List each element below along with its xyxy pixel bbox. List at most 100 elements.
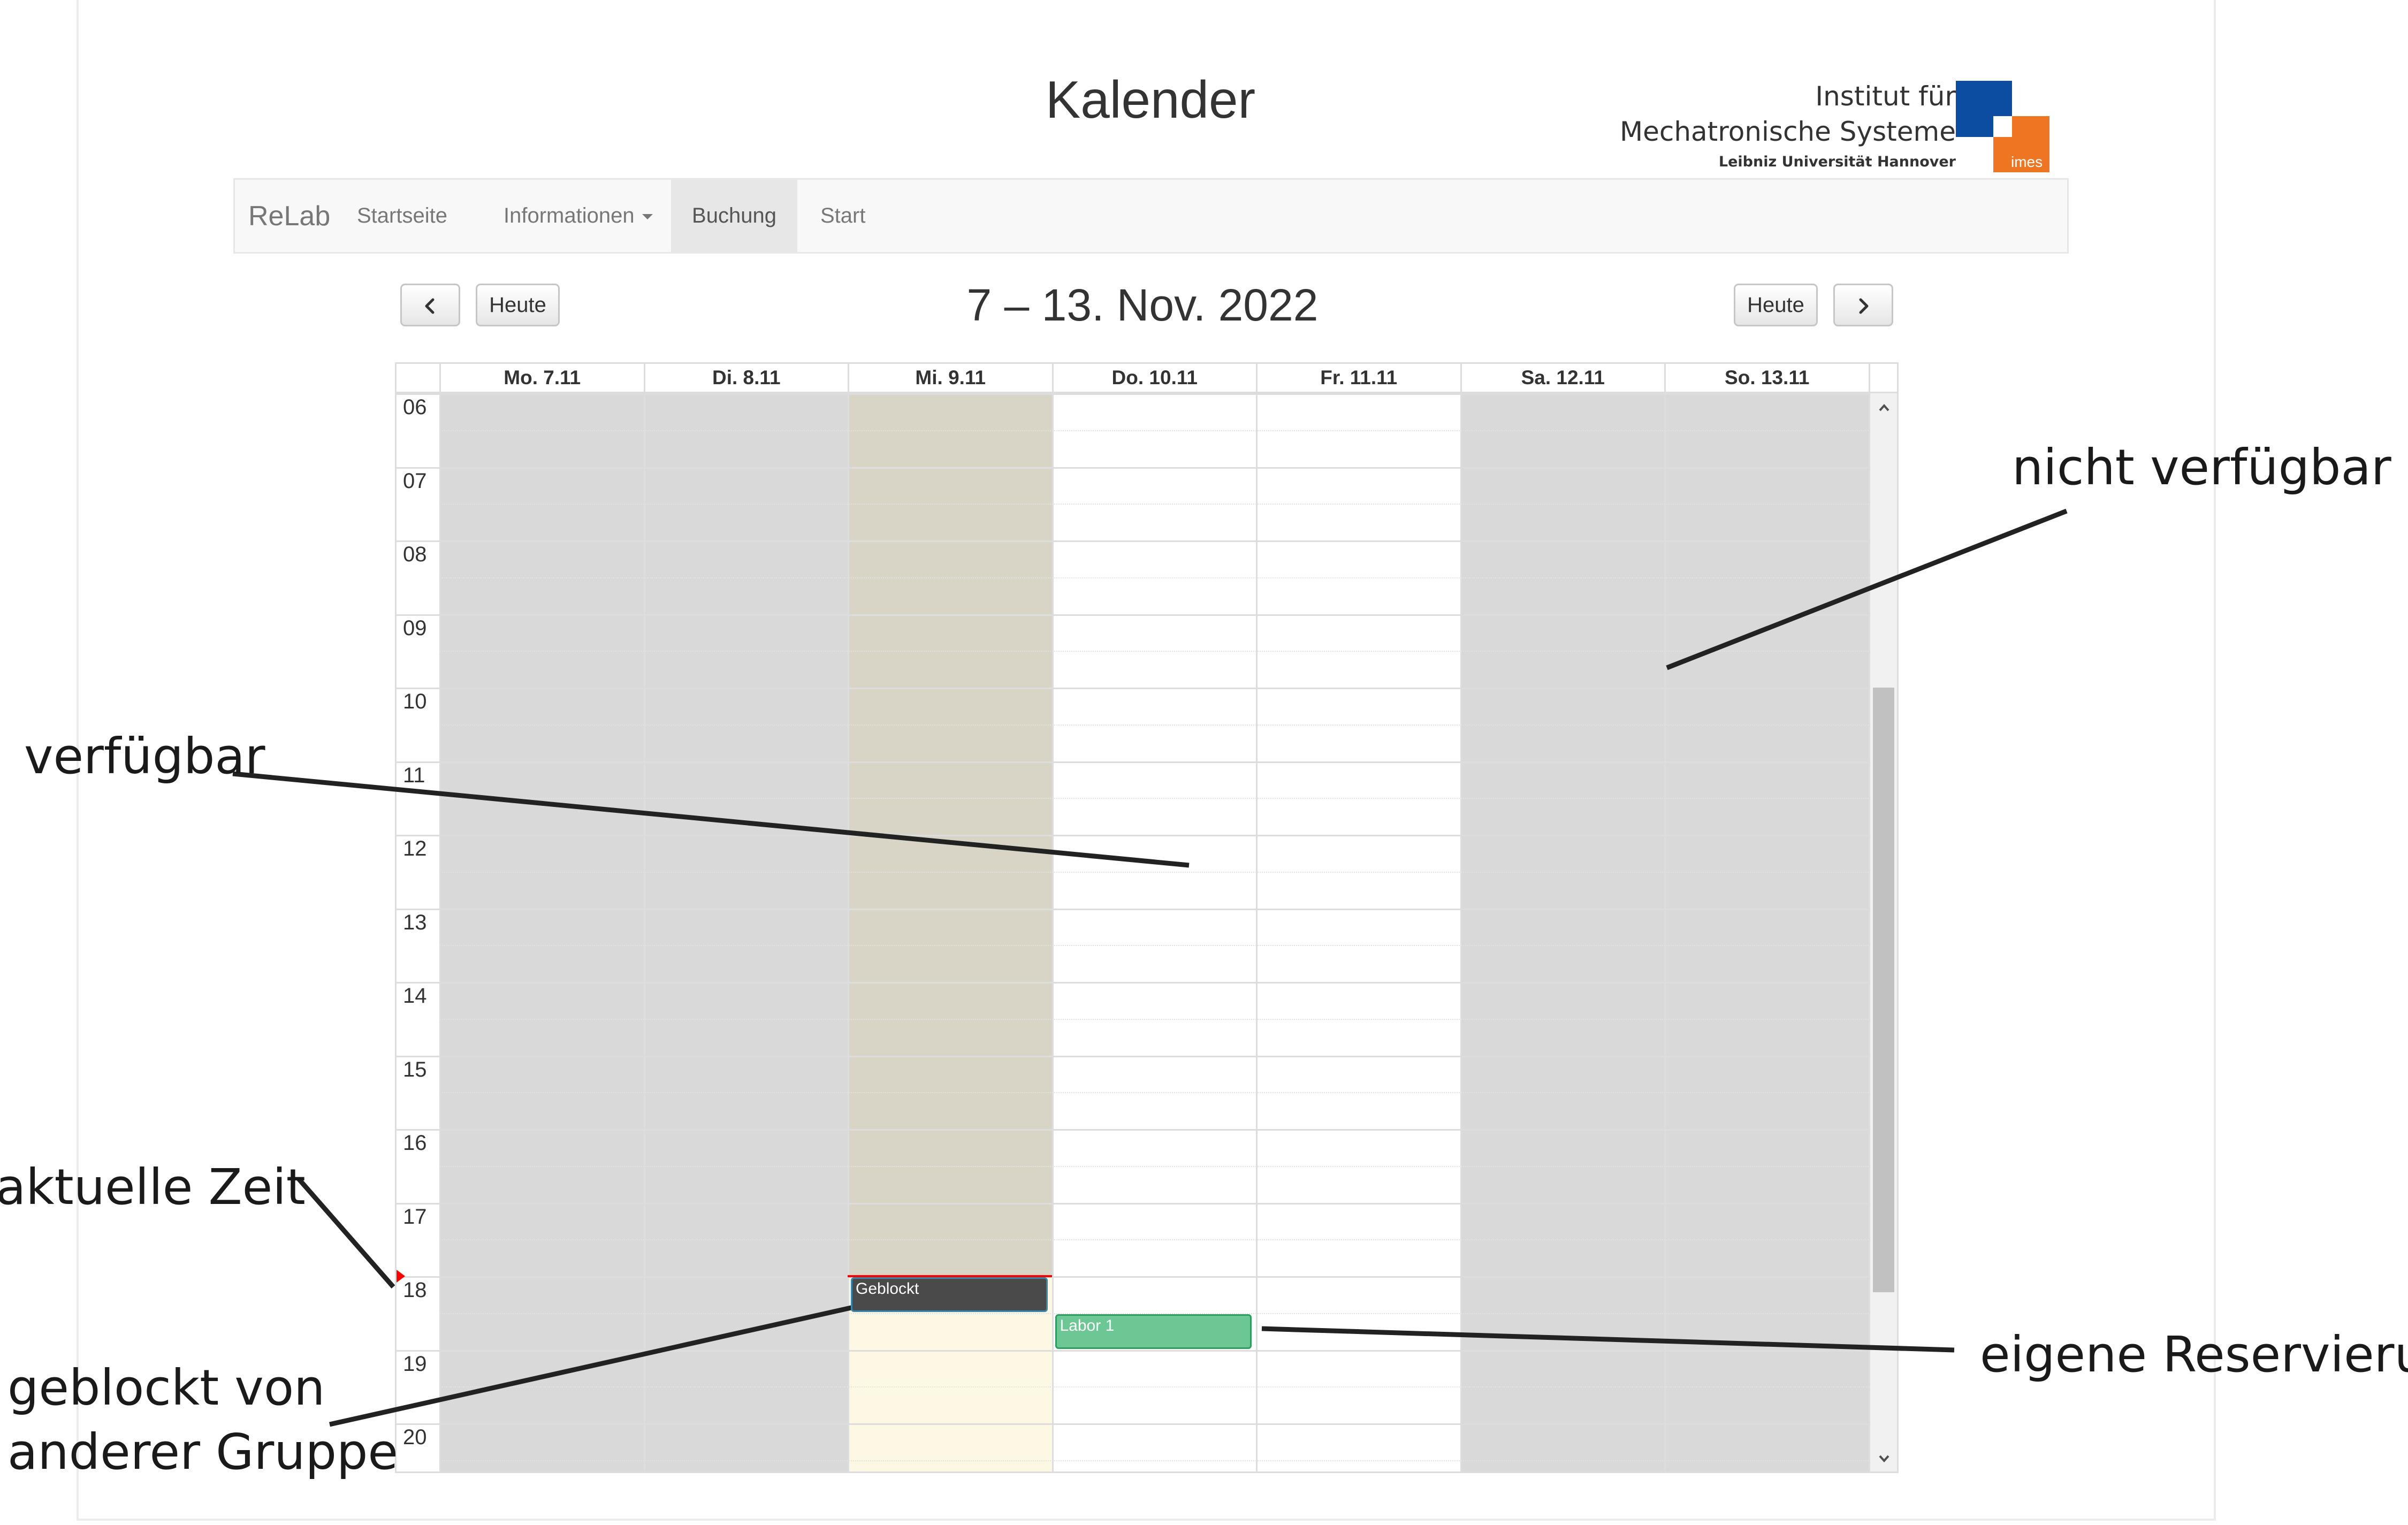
annotation-aktuelle-zeit: aktuelle Zeit [0, 1158, 306, 1216]
prev-week-button[interactable] [400, 284, 460, 326]
logo-white-notch [1993, 116, 2012, 137]
nav-item-label: Informationen [504, 204, 635, 227]
hour-line [397, 1349, 1869, 1352]
hour-label: 14 [403, 984, 427, 1008]
calendar-header-gutter [397, 364, 439, 393]
half-hour-line [439, 871, 1869, 873]
day-column-divider [439, 393, 441, 1471]
scroll-up-icon[interactable] [1876, 400, 1892, 416]
current-time-line [848, 1275, 1052, 1277]
institute-logo: Institut für Mechatronische Systeme Leib… [1616, 78, 2049, 174]
hour-label: 07 [403, 469, 427, 493]
logo-line-2: Mechatronische Systeme [1619, 116, 1956, 147]
caret-down-icon [642, 214, 653, 220]
annotation-geblockt-line-2: anderer Gruppe [7, 1423, 398, 1481]
day-column-divider [1051, 393, 1054, 1471]
half-hour-line [439, 651, 1869, 652]
hour-label: 10 [403, 690, 427, 713]
hour-line [397, 1055, 1869, 1057]
day-header: Di. 8.11 [643, 364, 848, 393]
hour-line [397, 1423, 1869, 1425]
hour-line [397, 614, 1869, 616]
day-header: Mo. 7.11 [439, 364, 644, 393]
day-header: Do. 10.11 [1051, 364, 1256, 393]
day-column-divider [848, 393, 849, 1471]
day-column-available[interactable] [1051, 393, 1256, 1471]
hour-line [397, 540, 1869, 542]
hour-label: 06 [403, 395, 427, 419]
hour-line [397, 1276, 1869, 1278]
annotation-eigene-reservierung: eigene Reservierung [1980, 1326, 2408, 1383]
nav-item-startseite[interactable]: Startseite [357, 180, 447, 252]
half-hour-line [439, 430, 1869, 431]
hour-line [397, 835, 1869, 836]
today-button-left[interactable]: Heute [476, 284, 560, 326]
scroll-down-icon[interactable] [1876, 1451, 1892, 1467]
navbar: ReLab Startseite Informationen Buchung S… [233, 178, 2069, 254]
day-column-divider [1460, 393, 1462, 1471]
hour-label: 17 [403, 1204, 427, 1229]
today-button-right[interactable]: Heute [1734, 284, 1818, 326]
date-range-title: 7 – 13. Nov. 2022 [966, 280, 1319, 330]
nav-item-buchung[interactable]: Buchung [671, 180, 797, 252]
hour-label: 15 [403, 1057, 427, 1081]
logo-line-3: Leibniz Universität Hannover [1718, 154, 1956, 170]
chevron-right-icon [1859, 298, 1869, 314]
hour-line [397, 393, 1869, 395]
annotation-verfuegbar: verfügbar [24, 728, 265, 785]
day-column-unavailable [439, 393, 644, 1471]
hour-label: 09 [403, 616, 427, 640]
day-header: Sa. 12.11 [1460, 364, 1664, 393]
event-title: Geblockt [856, 1280, 919, 1298]
day-column-divider [1664, 393, 1666, 1471]
navbar-brand[interactable]: ReLab [248, 200, 330, 232]
blocked-event[interactable]: Geblockt [851, 1277, 1048, 1312]
hour-line [397, 1129, 1869, 1131]
half-hour-line [439, 1018, 1869, 1020]
hour-line [397, 982, 1869, 983]
half-hour-line [439, 504, 1869, 505]
nav-item-label: Start [820, 204, 866, 227]
day-header: Fr. 11.11 [1256, 364, 1460, 393]
hour-line [397, 467, 1869, 469]
annotation-geblockt-line-1: geblockt von [7, 1359, 325, 1416]
half-hour-line [439, 1386, 1869, 1388]
hour-label: 13 [403, 910, 427, 934]
hour-label: 16 [403, 1131, 427, 1155]
annotation-nicht-verfuegbar: nicht verfügbar [2012, 439, 2391, 496]
logo-line-1: Institut für [1815, 81, 1956, 112]
half-hour-line [439, 945, 1869, 947]
day-header: Mi. 9.11 [848, 364, 1052, 393]
hour-label: 08 [403, 543, 427, 566]
hour-line [397, 688, 1869, 689]
scrollbar-thumb[interactable] [1872, 688, 1894, 1292]
hour-label: 11 [403, 763, 425, 787]
day-column-available[interactable] [1256, 393, 1460, 1471]
half-hour-line [439, 577, 1869, 578]
day-column-divider [1256, 393, 1258, 1471]
current-time-arrow-icon [397, 1270, 405, 1283]
hour-label: 20 [403, 1425, 427, 1449]
day-column-divider [643, 393, 645, 1471]
nav-item-informationen[interactable]: Informationen [504, 180, 653, 252]
logo-mark: imes [2011, 154, 2043, 170]
calendar-header-scroll-gutter [1868, 364, 1897, 393]
own-reservation-event[interactable]: Labor 1 [1055, 1314, 1252, 1349]
day-column-unavailable [643, 393, 848, 1471]
event-title: Labor 1 [1060, 1316, 1115, 1335]
nav-item-label: Buchung [692, 204, 776, 227]
hour-line [397, 1202, 1869, 1204]
half-hour-line [439, 724, 1869, 726]
day-header: So. 13.11 [1664, 364, 1869, 393]
half-hour-line [439, 1239, 1869, 1241]
day-column-unavailable [1664, 393, 1869, 1471]
week-calendar: Mo. 7.11 Di. 8.11 Mi. 9.11 Do. 10.11 Fr. 11.… [395, 362, 1899, 1473]
half-hour-line [439, 798, 1869, 799]
nav-item-start[interactable]: Start [820, 180, 865, 252]
chevron-left-icon [425, 298, 435, 314]
hour-label: 19 [403, 1352, 427, 1376]
day-column-unavailable [1460, 393, 1664, 1471]
next-week-button[interactable] [1833, 284, 1893, 326]
hour-line [397, 908, 1869, 910]
half-hour-line [439, 1165, 1869, 1167]
